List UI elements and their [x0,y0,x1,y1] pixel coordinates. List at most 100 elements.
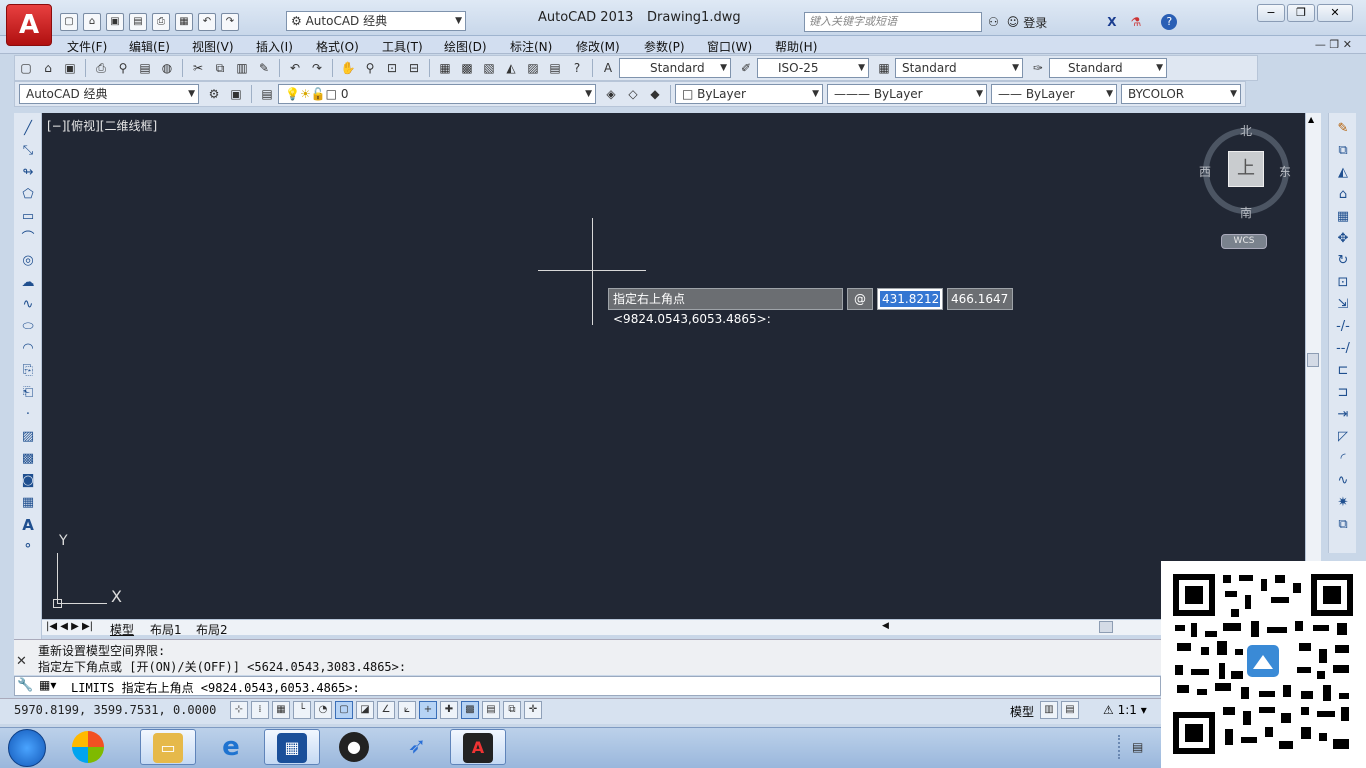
join-icon[interactable]: ⇥ [1332,405,1354,425]
erase-icon[interactable]: ✎ [1332,119,1354,139]
quick-view-layouts-icon[interactable]: ▥ [1040,701,1058,719]
help-icon[interactable]: ? [567,58,587,78]
menu-window[interactable]: 窗口(W) [707,38,752,55]
lineweight-select[interactable]: —— ByLayer ▼ [991,84,1117,104]
menu-dimension[interactable]: 标注(N) [510,38,552,55]
menu-help[interactable]: 帮助(H) [775,38,817,55]
rotate-icon[interactable]: ↻ [1332,251,1354,271]
color-select[interactable]: □ ByLayer ▼ [675,84,823,104]
copy-icon[interactable]: ⧉ [210,58,230,78]
menu-view[interactable]: 视图(V) [192,38,234,55]
tab-navigation-icon[interactable]: |◀ ◀ ▶ ▶| [46,621,93,632]
viewcube-south[interactable]: 南 [1240,204,1252,221]
lineweight-icon[interactable]: ✚ [440,701,458,719]
fillet-icon[interactable]: ◜ [1332,449,1354,469]
menu-draw[interactable]: 绘图(D) [444,38,487,55]
sheet-set-icon[interactable]: ◭ [501,58,521,78]
cut-icon[interactable]: ✂ [188,58,208,78]
scroll-up-icon[interactable]: ▲ [1308,115,1314,124]
tool-palettes-icon[interactable]: ▧ [479,58,499,78]
vertical-scrollbar[interactable]: ▲ [1305,113,1321,619]
dynamic-input-icon[interactable]: + [419,701,437,719]
region-icon[interactable]: ◙ [17,471,39,491]
paste-icon[interactable]: ▥ [232,58,252,78]
polygon-icon[interactable]: ⬠ [17,185,39,205]
publish-icon[interactable]: ▤ [135,58,155,78]
infer-constraints-icon[interactable]: ⊹ [230,701,248,719]
extend-icon[interactable]: --/ [1332,339,1354,359]
viewcube-west[interactable]: 西 [1199,163,1211,180]
annotation-scale[interactable]: ⚠ 1:1 ▾ [1103,703,1147,717]
stretch-icon[interactable]: ⇲ [1332,295,1354,315]
chamfer-icon[interactable]: ◸ [1332,427,1354,447]
drawing-canvas[interactable] [42,113,1305,619]
properties-icon[interactable]: ▦ [435,58,455,78]
help-search-input[interactable]: 键入关键字或短语 [804,12,982,32]
snap-mode-icon[interactable]: ⁞ [251,701,269,719]
layer-previous-icon[interactable]: ◇ [623,84,643,104]
open-icon[interactable]: ⌂ [38,58,58,78]
calculator-icon[interactable]: ▤ [545,58,565,78]
preview-icon[interactable]: ⚲ [113,58,133,78]
text-style-select[interactable]: Standard ▼ [619,58,731,78]
taskbar-ie[interactable]: e [203,729,259,765]
layer-properties-icon[interactable]: ▤ [257,84,277,104]
layer-select[interactable]: 💡☀🔓□ 0 ▼ [278,84,596,104]
ellipse-icon[interactable]: ⬭ [17,317,39,337]
taskbar-explorer[interactable]: ▭ [140,729,196,765]
taskbar-qq[interactable]: ● [326,729,382,765]
workspace-switcher[interactable]: ⚙ AutoCAD 经典 ▼ [286,11,466,31]
redo-icon[interactable]: ↷ [307,58,327,78]
revcloud-icon[interactable]: ☁ [17,273,39,293]
arc-icon[interactable]: ⌒ [17,229,39,249]
draworder-icon[interactable]: ⧉ [1332,515,1354,535]
make-current-icon[interactable]: ◈ [601,84,621,104]
break-at-point-icon[interactable]: ⊏ [1332,361,1354,381]
linetype-select[interactable]: ——— ByLayer ▼ [827,84,987,104]
circle-icon[interactable]: ◎ [17,251,39,271]
osnap-icon[interactable]: ▢ [335,701,353,719]
new-icon[interactable]: ▢ [16,58,36,78]
taskbar-autocad[interactable]: A [450,729,506,765]
menu-insert[interactable]: 插入(I) [256,38,293,55]
tab-layout2[interactable]: 布局2 [196,621,228,638]
array-icon[interactable]: ▦ [1332,207,1354,227]
vertical-scroll-thumb[interactable] [1307,353,1319,367]
command-input[interactable]: LIMITS 指定右上角点 <9824.0543,6053.4865>: [71,679,360,696]
recent-commands-icon[interactable]: ▦▾ [39,678,56,692]
rectangle-icon[interactable]: ▭ [17,207,39,227]
copy-object-icon[interactable]: ⧉ [1332,141,1354,161]
coordinate-readout[interactable]: 5970.8199, 3599.7531, 0.0000 [14,703,216,717]
tab-layout1[interactable]: 布局1 [150,621,182,638]
save-icon[interactable]: ▣ [60,58,80,78]
transparency-icon[interactable]: ▩ [461,701,479,719]
ortho-icon[interactable]: └ [293,701,311,719]
trim-icon[interactable]: -/- [1332,317,1354,337]
3d-osnap-icon[interactable]: ◪ [356,701,374,719]
command-line[interactable]: 🔧 ▦▾ LIMITS 指定右上角点 <9824.0543,6053.4865>… [14,676,1161,696]
application-menu-button[interactable]: A [6,4,52,46]
gear-icon[interactable]: ⚙ [204,84,224,104]
menu-tools[interactable]: 工具(T) [382,38,423,55]
keyboard-icon[interactable]: ▤ [1132,740,1143,754]
dim-style-select[interactable]: ISO-25 ▼ [757,58,869,78]
new-icon[interactable]: ▢ [60,13,78,31]
gradient-icon[interactable]: ▩ [17,449,39,469]
table-icon[interactable]: ▦ [17,493,39,513]
table-style-select[interactable]: Standard ▼ [895,58,1023,78]
break-icon[interactable]: ⊐ [1332,383,1354,403]
undo-icon[interactable]: ↶ [198,13,216,31]
menu-parametric[interactable]: 参数(P) [644,38,685,55]
mirror-icon[interactable]: ◭ [1332,163,1354,183]
menu-edit[interactable]: 编辑(E) [129,38,170,55]
blend-curves-icon[interactable]: ∿ [1332,471,1354,491]
construction-line-icon[interactable]: ⤡ [17,141,39,161]
scale-icon[interactable]: ⊡ [1332,273,1354,293]
menu-modify[interactable]: 修改(M) [576,38,620,55]
viewport-controls-label[interactable]: [−][俯视][二维线框] [47,117,157,134]
make-block-icon[interactable]: ⎗ [17,383,39,403]
otrack-icon[interactable]: ∠ [377,701,395,719]
undo-icon[interactable]: ↶ [285,58,305,78]
add-selected-icon[interactable]: ⚬ [17,537,39,557]
pan-icon[interactable]: ✋ [338,58,358,78]
